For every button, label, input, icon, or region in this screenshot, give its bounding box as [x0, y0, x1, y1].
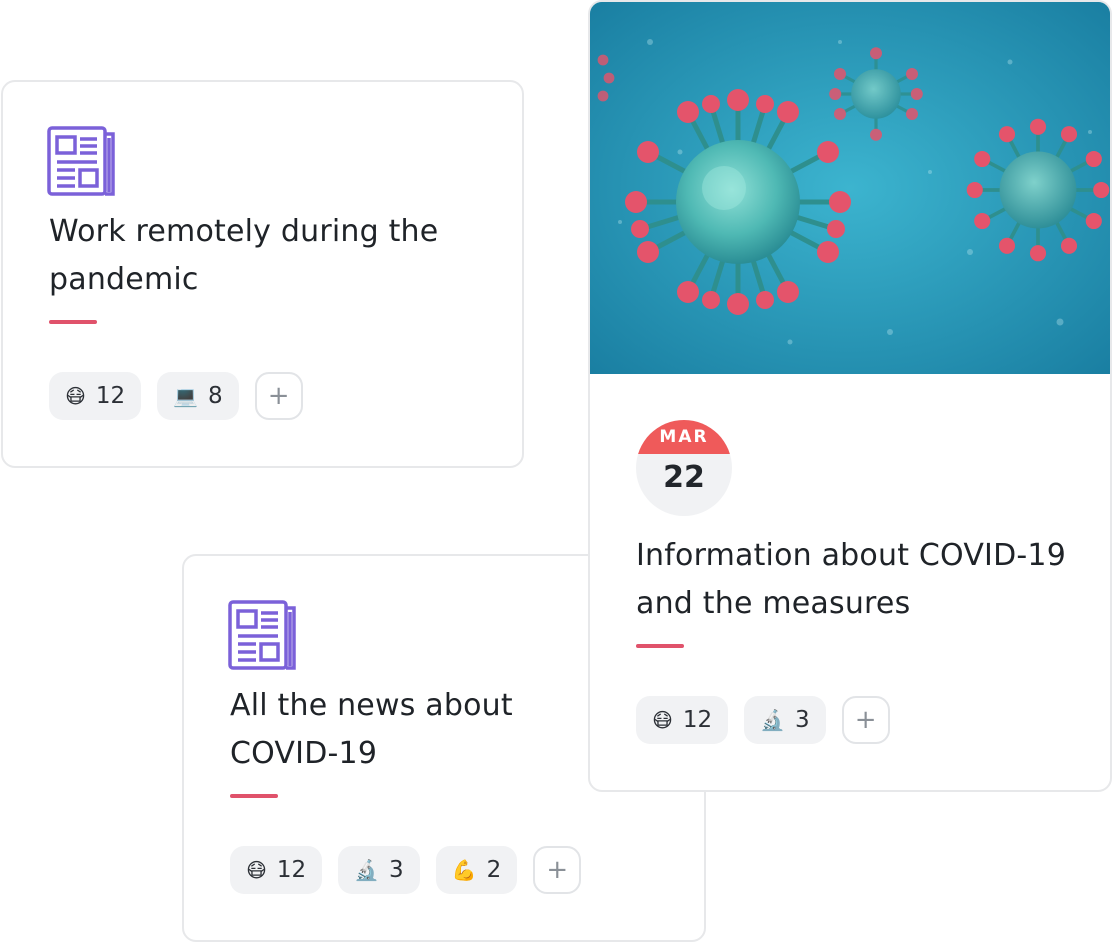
- article-card-remote-work[interactable]: Work remotely during the pandemic 😷 12 💻…: [1, 80, 524, 468]
- reaction-count: 12: [682, 707, 713, 733]
- face-mask-icon: 😷: [65, 384, 86, 408]
- microscope-icon: 🔬: [354, 858, 380, 882]
- newspaper-icon: [228, 600, 296, 670]
- date-month: MAR: [636, 420, 732, 454]
- face-mask-icon: 😷: [246, 858, 267, 882]
- accent-divider: [230, 794, 278, 798]
- reaction-microscope[interactable]: 🔬 3: [744, 696, 826, 744]
- reaction-count: 2: [486, 857, 502, 883]
- card-title: All the news about COVID-19: [230, 688, 513, 771]
- reaction-face-mask[interactable]: 😷 12: [230, 846, 323, 894]
- card-title: Work remotely during the pandemic: [49, 214, 439, 297]
- laptop-icon: 💻: [173, 384, 199, 408]
- accent-divider: [636, 644, 684, 648]
- reactions-bar: 😷 12 💻 8 +: [49, 372, 303, 420]
- newspaper-icon: [47, 126, 115, 196]
- flexed-biceps-icon: 💪: [451, 858, 477, 882]
- date-badge: MAR 22: [636, 420, 732, 516]
- reaction-count: 12: [276, 857, 307, 883]
- reaction-face-mask[interactable]: 😷 12: [636, 696, 729, 744]
- microscope-icon: 🔬: [760, 708, 786, 732]
- date-day: 22: [663, 460, 705, 495]
- article-card-covid-info[interactable]: MAR 22 Information about COVID-19 and th…: [588, 0, 1112, 792]
- reactions-bar: 😷 12 🔬 3 +: [636, 696, 890, 744]
- coronavirus-image: [590, 2, 1110, 374]
- reactions-bar: 😷 12 🔬 3 💪 2 +: [230, 846, 582, 894]
- add-reaction-button[interactable]: +: [533, 846, 582, 894]
- reaction-count: 3: [389, 857, 404, 883]
- reaction-laptop[interactable]: 💻 8: [157, 372, 239, 420]
- accent-divider: [49, 320, 97, 324]
- face-mask-icon: 😷: [652, 708, 673, 732]
- reaction-face-mask[interactable]: 😷 12: [49, 372, 142, 420]
- add-reaction-button[interactable]: +: [841, 696, 890, 744]
- reaction-count: 3: [795, 707, 810, 733]
- add-reaction-button[interactable]: +: [254, 372, 303, 420]
- card-title: Information about COVID-19 and the measu…: [636, 538, 1066, 621]
- reaction-microscope[interactable]: 🔬 3: [338, 846, 420, 894]
- reaction-count: 8: [208, 383, 223, 409]
- reaction-count: 12: [95, 383, 126, 409]
- reaction-flexed-biceps[interactable]: 💪 2: [435, 846, 518, 894]
